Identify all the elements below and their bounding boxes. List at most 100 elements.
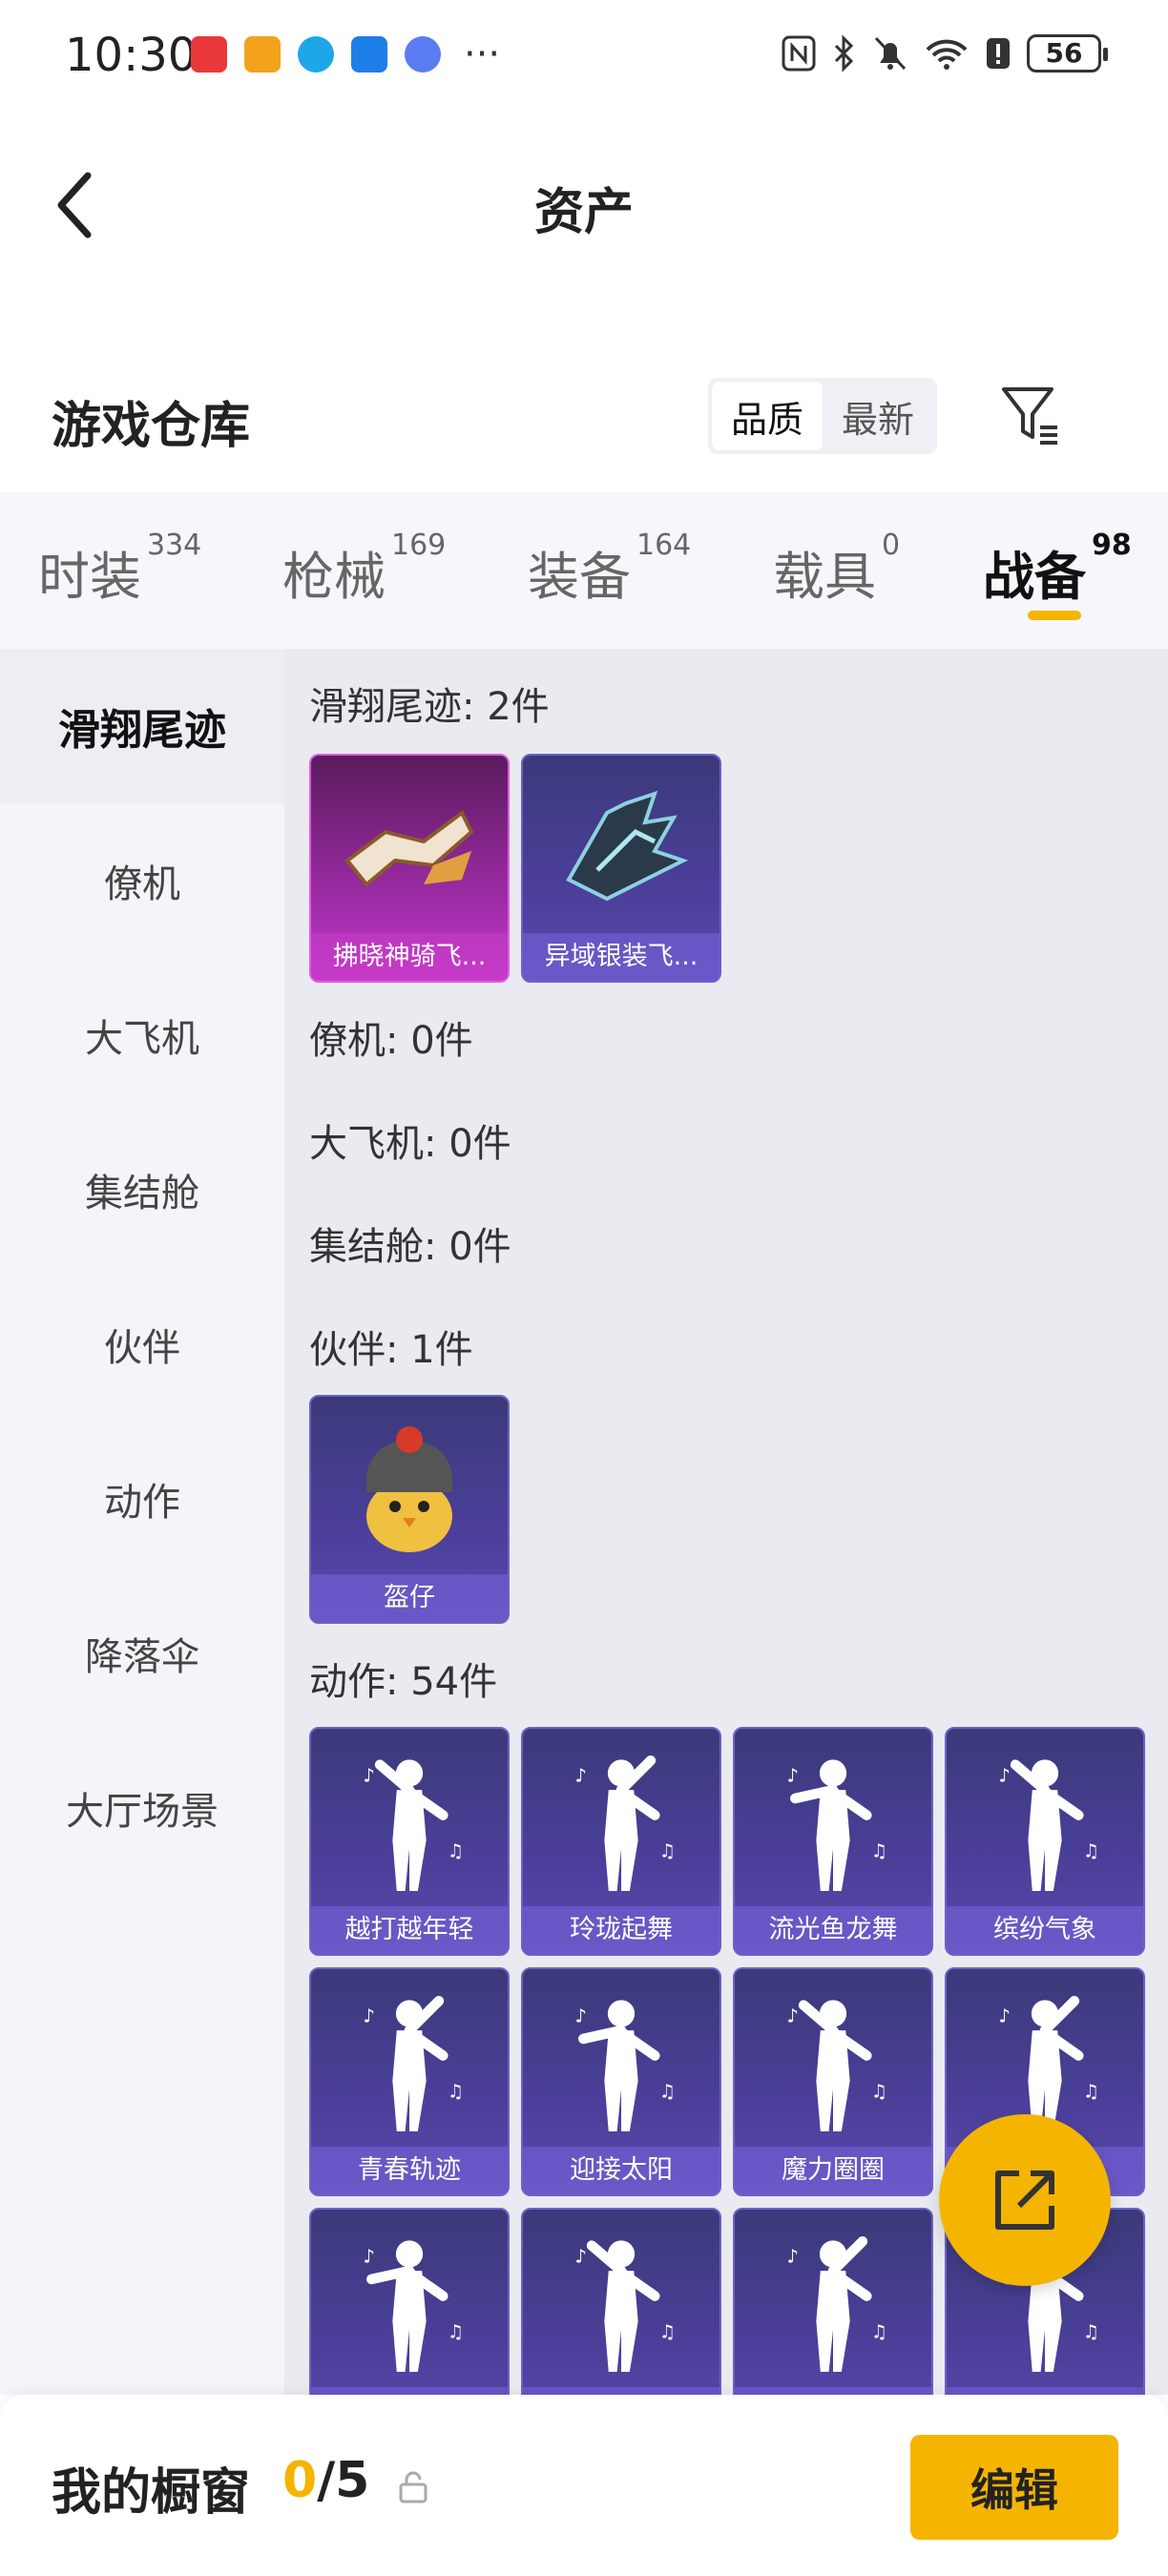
share-button[interactable] [939, 2114, 1111, 2286]
emote-card[interactable]: ♪♫ [309, 2208, 510, 2395]
item-card[interactable]: 拂晓神骑飞... [309, 754, 510, 983]
item-image [311, 1397, 508, 1578]
svg-text:♫: ♫ [1083, 2081, 1099, 2103]
share-icon [995, 2171, 1054, 2230]
emote-card[interactable]: ♪ ♫ 青春轨迹 [309, 1967, 510, 2196]
emote-name [947, 2387, 1143, 2395]
warehouse-title: 游戏仓库 [52, 398, 251, 455]
mute-bell-icon [874, 36, 907, 71]
emote-figure-image: ♪♫ [523, 1969, 720, 2150]
emote-card[interactable]: ♪ ♫ 魔力圈圈 [733, 1967, 933, 2196]
tab-label: 时装 [38, 547, 141, 607]
sidebar-item-plane[interactable]: 大飞机 [0, 958, 284, 1112]
emote-figure-image: ♪♫ [523, 2210, 720, 2391]
sort-newest-option[interactable]: 最新 [823, 382, 933, 450]
title-bar: 资产 [0, 143, 1168, 267]
svg-text:♫: ♫ [659, 2081, 676, 2103]
active-tab-indicator [1028, 611, 1081, 620]
emote-card[interactable]: ♪ ♫ 缤纷气象 [945, 1727, 1145, 1956]
category-tabs: 时装 334 枪械 169 装备 164 载具 0 战备 98 [0, 492, 1168, 649]
svg-text:♪: ♪ [363, 1764, 374, 1786]
tab-equipment[interactable]: 装备 164 [528, 529, 691, 610]
item-name: 盔仔 [311, 1574, 508, 1622]
tab-count: 169 [391, 529, 447, 562]
svg-text:♫: ♫ [448, 1840, 464, 1862]
nfc-icon [782, 35, 816, 72]
tab-weapons[interactable]: 枪械 169 [282, 529, 446, 610]
emote-card[interactable]: ♪ ♫ 玲珑起舞 [521, 1727, 721, 1956]
emote-name: 迎接太阳 [523, 2147, 720, 2194]
bluetooth-icon [834, 34, 854, 73]
emote-card[interactable]: ♪ ♫ 流光鱼龙舞 [733, 1727, 933, 1956]
emote-name: 青春轨迹 [311, 2147, 508, 2194]
emote-figure-image: ♪♫ [523, 1729, 720, 1910]
system-status-icons: 56 [781, 34, 1108, 73]
blue-app-icon [298, 36, 334, 73]
sidebar-item-parachute[interactable]: 降落伞 [0, 1576, 284, 1731]
status-bar: 10:30 ··· 56 [0, 0, 1168, 114]
sidebar-item-wingman[interactable]: 僚机 [0, 803, 284, 958]
emote-figure-image: ♪♫ [735, 1729, 931, 1910]
page-title: 资产 [533, 184, 634, 241]
item-card[interactable]: 异域银装飞... [521, 754, 721, 983]
section-title-pod: 集结舱: 0件 [309, 1225, 511, 1269]
section-title-wingman: 僚机: 0件 [309, 1019, 473, 1063]
sidebar: 滑翔尾迹 僚机 大飞机 集结舱 伙伴 动作 降落伞 大厅场景 [0, 649, 284, 2395]
emote-name [523, 2387, 720, 2395]
section-title-emote: 动作: 54件 [309, 1660, 498, 1704]
sidebar-item-partner[interactable]: 伙伴 [0, 1267, 284, 1422]
tab-combat-gear[interactable]: 战备 98 [983, 529, 1132, 610]
svg-text:♪: ♪ [574, 1764, 586, 1786]
emote-card[interactable]: ♪ ♫ 越打越年轻 [309, 1727, 510, 1956]
tab-fashion[interactable]: 时装 334 [38, 529, 201, 610]
showcase-label: 我的橱窗 [52, 2464, 251, 2522]
huawei-app-icon [191, 36, 227, 73]
sidebar-item-emote[interactable]: 动作 [0, 1422, 284, 1576]
tab-count: 334 [147, 529, 202, 562]
item-name: 拂晓神骑飞... [311, 933, 508, 981]
section-title-plane: 大飞机: 0件 [309, 1122, 511, 1166]
alert-icon [987, 38, 1010, 69]
svg-text:♫: ♫ [871, 1840, 887, 1862]
emote-card[interactable]: ♪ ♫ 迎接太阳 [521, 1967, 721, 2196]
emote-name: 玲珑起舞 [523, 1906, 720, 1954]
svg-text:♫: ♫ [448, 2321, 464, 2343]
emote-card[interactable]: ♪♫ [733, 2208, 933, 2395]
more-notifications-icon: ··· [464, 32, 501, 76]
emote-figure-image: ♪♫ [311, 1969, 508, 2150]
emote-name: 缤纷气象 [947, 1906, 1143, 1954]
sidebar-item-lobby-scene[interactable]: 大厅场景 [0, 1731, 284, 1885]
tab-count: 98 [1092, 529, 1132, 562]
tab-label: 战备 [983, 547, 1086, 607]
sidebar-item-pod[interactable]: 集结舱 [0, 1112, 284, 1267]
emote-name: 越打越年轻 [311, 1906, 508, 1954]
notification-icons: ··· [191, 32, 501, 76]
emote-name: 魔力圈圈 [735, 2147, 931, 2194]
item-name: 异域银装飞... [523, 933, 720, 981]
edit-button[interactable]: 编辑 [910, 2435, 1118, 2540]
tab-vehicles[interactable]: 载具 0 [773, 529, 900, 610]
filter-icon[interactable] [998, 382, 1065, 448]
battery-indicator: 56 [1027, 34, 1108, 73]
emote-figure-image: ♪♫ [735, 1969, 931, 2150]
tab-label: 装备 [528, 547, 631, 607]
item-image [523, 756, 720, 937]
tab-label: 载具 [773, 547, 876, 607]
emote-name [735, 2387, 931, 2395]
item-card[interactable]: 盔仔 [309, 1395, 510, 1624]
hi-app-icon [351, 36, 387, 73]
sidebar-item-glide-trail[interactable]: 滑翔尾迹 [0, 649, 284, 803]
svg-text:♪: ♪ [363, 2005, 374, 2026]
wifi-icon [926, 39, 968, 70]
svg-text:♪: ♪ [998, 2005, 1010, 2026]
svg-text:♫: ♫ [448, 2081, 464, 2103]
emote-figure-image: ♪♫ [311, 2210, 508, 2391]
lock-icon [399, 2471, 428, 2503]
tab-label: 枪械 [282, 547, 386, 607]
svg-text:♪: ♪ [786, 2245, 798, 2267]
showcase-bar: 我的橱窗 0/5 编辑 [0, 2395, 1168, 2576]
emote-card[interactable]: ♪♫ [521, 2208, 721, 2395]
sort-quality-option[interactable]: 品质 [712, 382, 823, 450]
svg-text:♫: ♫ [871, 2321, 887, 2343]
svg-text:♪: ♪ [574, 2005, 586, 2026]
